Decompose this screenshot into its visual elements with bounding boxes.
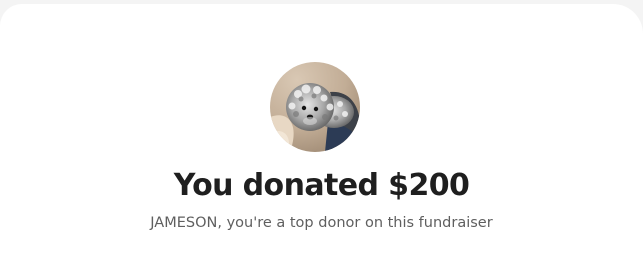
dog-photo [270,62,360,152]
donation-confirmation-card: You donated $200 JAMESON, you're a top d… [0,4,643,266]
top-donor-message: JAMESON, you're a top donor on this fund… [150,215,493,231]
avatar [270,62,360,152]
donation-headline: You donated $200 [173,168,470,203]
